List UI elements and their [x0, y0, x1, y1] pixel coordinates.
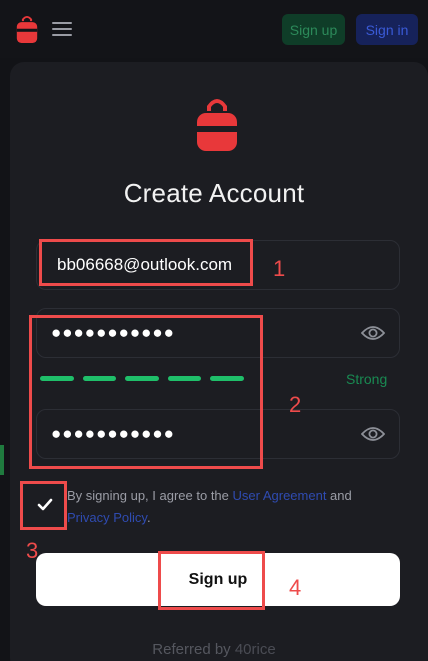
- annotation-box-2: [29, 315, 263, 469]
- backpack-logo-icon: [197, 99, 237, 151]
- annotation-box-4: [158, 551, 265, 610]
- show-confirm-password-icon[interactable]: [361, 424, 385, 444]
- agreement-prefix: By signing up, I agree to the: [67, 488, 233, 503]
- annotation-box-1: [39, 239, 253, 286]
- hamburger-menu-icon[interactable]: [52, 18, 72, 40]
- annotation-label-2: 2: [289, 392, 302, 417]
- referral-prefix: Referred by: [152, 641, 235, 658]
- agreement-and: and: [326, 488, 352, 503]
- agreement-text: By signing up, I agree to the User Agree…: [67, 485, 387, 529]
- show-password-icon[interactable]: [361, 323, 385, 343]
- top-signup-button[interactable]: Sign up: [282, 14, 345, 45]
- edge-indicator: [0, 445, 4, 475]
- annotation-label-1: 1: [273, 256, 286, 281]
- user-agreement-link[interactable]: User Agreement: [233, 488, 327, 503]
- page-title: Create Account: [123, 178, 305, 208]
- referral-code: 40rice: [234, 641, 276, 658]
- agreement-suffix: .: [146, 510, 151, 525]
- privacy-policy-link[interactable]: Privacy Policy: [67, 510, 147, 525]
- referral-note: Referred by 40rice: [0, 641, 428, 658]
- top-navbar: Sign up Sign in: [0, 0, 428, 58]
- password-strength-label: Strong: [346, 371, 388, 387]
- top-signin-button[interactable]: Sign in: [356, 14, 418, 45]
- annotation-label-4: 4: [289, 575, 302, 600]
- annotation-label-3: 3: [26, 538, 39, 563]
- annotation-box-3: [20, 481, 67, 530]
- backpack-icon[interactable]: [16, 15, 38, 43]
